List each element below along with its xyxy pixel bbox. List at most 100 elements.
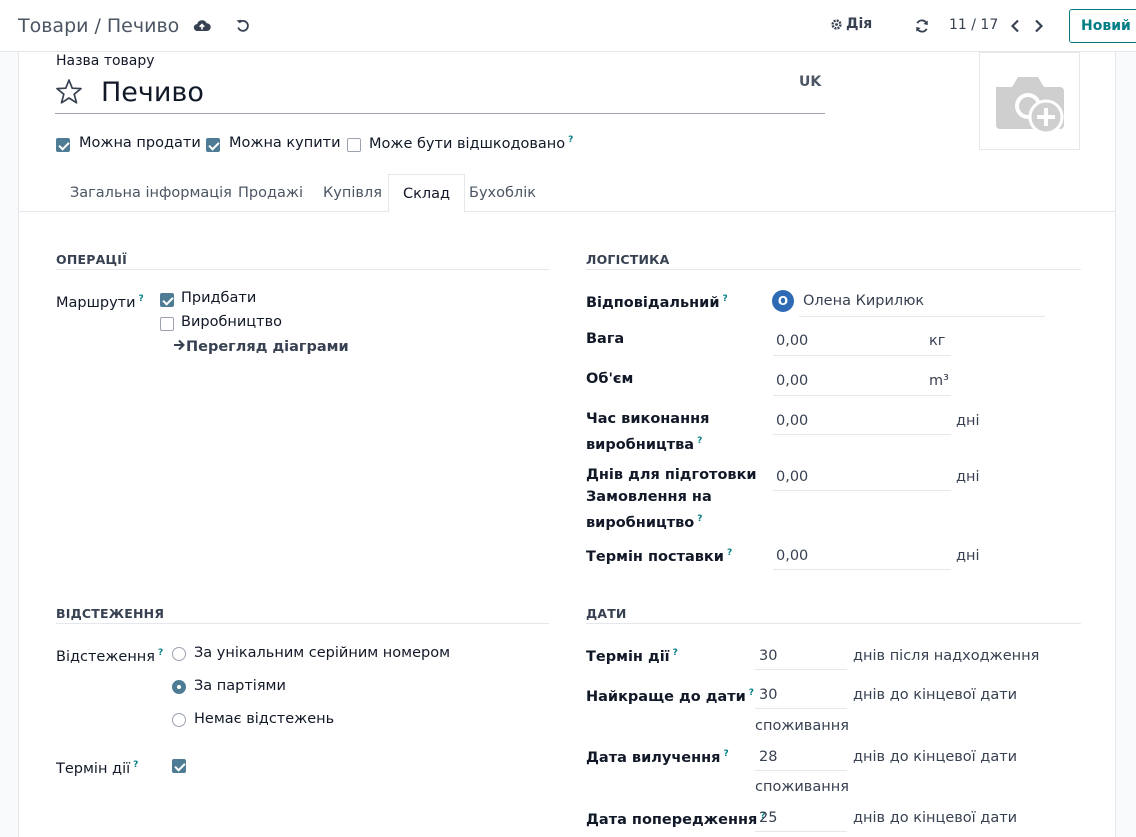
help-icon[interactable]: ? xyxy=(139,294,144,304)
tab-sales[interactable]: Продажі xyxy=(224,174,317,212)
field-underline xyxy=(773,490,951,491)
mo-prep-days-input[interactable]: 0,00 xyxy=(776,469,808,485)
tracking-lot-radio[interactable] xyxy=(172,680,186,694)
breadcrumb-separator: / xyxy=(94,15,101,37)
tracking-serial-label: За унікальним серійним номером xyxy=(194,645,451,661)
help-icon[interactable]: ? xyxy=(697,514,702,524)
discard-undo-icon[interactable] xyxy=(233,16,253,36)
tracking-none-label: Немає відстежень xyxy=(194,711,335,727)
breadcrumb: Товари / Печиво xyxy=(18,15,179,37)
product-name-label: Назва товару xyxy=(56,53,155,69)
tracking-none-radio[interactable] xyxy=(172,713,186,727)
dates-section-title: ДАТИ xyxy=(586,606,627,621)
help-icon[interactable]: ? xyxy=(673,648,678,658)
help-icon[interactable]: ? xyxy=(722,294,727,304)
arrow-right-icon xyxy=(174,339,185,351)
route-buy-label: Придбати xyxy=(181,290,257,306)
operations-section-title: ОПЕРАЦІЇ xyxy=(56,252,127,267)
tracking-serial-radio[interactable] xyxy=(172,647,186,661)
manufacturing-lead-unit: дні xyxy=(956,413,980,429)
breadcrumb-current: Печиво xyxy=(106,15,180,37)
can-be-sold-label: Можна продати xyxy=(79,135,201,151)
weight-unit: кг xyxy=(929,333,946,349)
field-underline xyxy=(755,708,847,709)
weight-label: Вага xyxy=(586,331,625,347)
logistics-section-title: ЛОГІСТИКА xyxy=(586,252,670,267)
delivery-lead-label: Термін поставки? xyxy=(586,548,733,565)
can-be-sold-checkbox[interactable] xyxy=(56,138,70,152)
tab-purchase[interactable]: Купівля xyxy=(309,174,396,212)
field-underline xyxy=(755,669,847,670)
best-before-input[interactable]: 30 xyxy=(759,687,777,703)
help-icon[interactable]: ? xyxy=(568,135,573,145)
tab-inventory[interactable]: Склад xyxy=(388,174,466,213)
chevron-left-icon[interactable] xyxy=(1005,16,1025,36)
can-be-purchased-checkbox[interactable] xyxy=(206,138,220,152)
field-underline xyxy=(799,316,1045,317)
language-badge[interactable]: UK xyxy=(799,74,821,90)
product-image-placeholder[interactable] xyxy=(979,52,1080,150)
help-icon[interactable]: ? xyxy=(727,548,732,558)
expiry-tracking-checkbox[interactable] xyxy=(172,759,186,773)
tab-accounting[interactable]: Бухоблік xyxy=(455,174,550,212)
removal-time-label: Дата вилучення? xyxy=(586,749,729,766)
refresh-icon[interactable] xyxy=(912,16,932,36)
tracking-section-title: ВІДСТЕЖЕННЯ xyxy=(56,606,165,621)
section-divider xyxy=(56,269,549,270)
save-cloud-icon[interactable] xyxy=(192,16,212,36)
volume-input[interactable]: 0,00 xyxy=(776,373,808,389)
help-icon[interactable]: ? xyxy=(749,688,754,698)
route-manufacture-checkbox[interactable] xyxy=(160,317,174,331)
removal-time-input[interactable]: 28 xyxy=(759,749,777,765)
route-manufacture-label: Виробництво xyxy=(181,314,283,330)
avatar: O xyxy=(772,290,794,312)
field-underline xyxy=(773,355,951,356)
tracking-label: Відстеження? xyxy=(56,648,164,665)
manufacturing-lead-input[interactable]: 0,00 xyxy=(776,413,808,429)
section-divider xyxy=(586,623,1081,624)
can-be-refunded-checkbox[interactable] xyxy=(347,138,361,152)
route-buy-checkbox[interactable] xyxy=(160,293,174,307)
view-diagram-link[interactable]: Перегляд діаграми xyxy=(173,339,349,355)
field-underline xyxy=(773,395,951,396)
field-underline xyxy=(755,770,847,771)
help-icon[interactable]: ? xyxy=(697,436,702,446)
section-divider xyxy=(56,623,549,624)
delivery-lead-input[interactable]: 0,00 xyxy=(776,548,808,564)
best-before-label: Найкраще до дати? xyxy=(586,688,755,705)
field-underline xyxy=(773,434,951,435)
control-panel: Товари / Печиво Дія 11 / 17 Новий xyxy=(0,0,1136,52)
form-sheet: Назва товару Печиво UK Можна продати Мож… xyxy=(18,52,1116,837)
manufacturing-lead-label: Час виконання виробництва? xyxy=(586,411,710,453)
expiration-time-unit: днів після надходження xyxy=(853,648,1040,664)
best-before-unit: днів до кінцевої дати xyxy=(853,687,1018,703)
action-menu-button[interactable]: Дія xyxy=(830,16,872,32)
new-record-button[interactable]: Новий xyxy=(1069,9,1136,43)
expiration-time-input[interactable]: 30 xyxy=(759,648,777,664)
help-icon[interactable]: ? xyxy=(133,760,138,770)
breadcrumb-parent[interactable]: Товари xyxy=(18,15,88,37)
product-name-field[interactable]: Печиво xyxy=(55,74,825,114)
alert-time-unit: днів до кінцевої дати xyxy=(853,810,1018,826)
camera-add-icon xyxy=(996,77,1064,135)
chevron-right-icon[interactable] xyxy=(1029,16,1049,36)
weight-input[interactable]: 0,00 xyxy=(776,333,808,349)
help-icon[interactable]: ? xyxy=(723,749,728,759)
field-underline xyxy=(773,569,951,570)
notebook-tabs: Загальна інформація Продажі Купівля Скла… xyxy=(19,174,1115,213)
alert-time-input[interactable]: 25 xyxy=(759,810,777,826)
product-name: Печиво xyxy=(101,77,204,108)
section-divider xyxy=(586,269,1081,270)
pager-value[interactable]: 11 / 17 xyxy=(949,17,998,33)
gear-icon xyxy=(831,18,842,30)
responsible-value[interactable]: Олена Кирилюк xyxy=(803,293,924,309)
removal-time-unit: днів до кінцевої дати xyxy=(853,749,1018,765)
mo-prep-days-label: Днів для підготовки Замовлення на виробниц… xyxy=(586,467,757,531)
mo-prep-days-unit: дні xyxy=(956,469,980,485)
can-be-refunded-label: Може бути відшкодовано? xyxy=(369,135,574,152)
volume-label: Об'єм xyxy=(586,371,634,387)
field-underline xyxy=(755,831,847,832)
tab-general-info[interactable]: Загальна інформація xyxy=(56,174,246,212)
help-icon[interactable]: ? xyxy=(158,648,163,658)
alert-time-label: Дата попередження? xyxy=(586,811,766,828)
